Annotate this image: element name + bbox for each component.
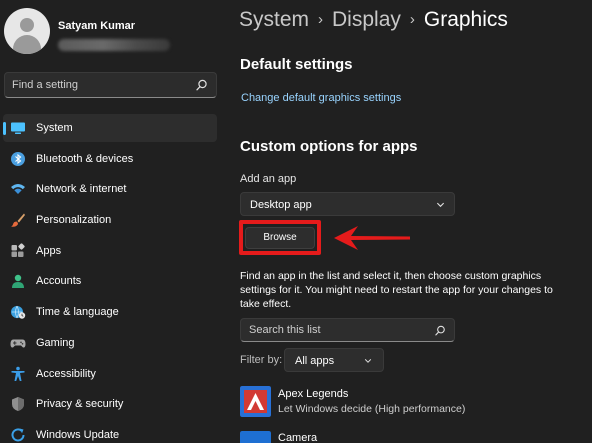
app-graphics-preference: Let Windows decide (High performance) — [278, 403, 466, 415]
settings-search-input[interactable]: Find a setting — [4, 72, 217, 98]
chevron-down-icon — [364, 359, 372, 363]
app-list-search-input[interactable]: Search this list — [240, 318, 455, 342]
main-content: System › Display › Graphics Default settings… — [224, 0, 592, 443]
filter-label: Filter by: — [240, 354, 283, 366]
sidebar-item-label: Personalization — [36, 214, 112, 227]
sidebar-item-label: Privacy & security — [36, 398, 124, 411]
sidebar-item-system[interactable]: System — [3, 114, 217, 142]
breadcrumb-display[interactable]: Display — [332, 8, 401, 31]
chevron-down-icon — [436, 202, 445, 208]
apex-legends-icon — [240, 386, 271, 417]
sidebar-item-time-language[interactable]: Time & language — [3, 298, 217, 326]
custom-options-heading: Custom options for apps — [240, 138, 418, 155]
user-profile[interactable]: Satyam Kumar — [4, 8, 220, 58]
sidebar-item-accessibility[interactable]: Accessibility — [3, 360, 217, 388]
custom-options-description: Find an app in the list and select it, t… — [240, 270, 553, 310]
sidebar-item-gaming[interactable]: Gaming — [3, 329, 217, 357]
filter-dropdown[interactable]: All apps — [284, 348, 384, 372]
avatar[interactable] — [4, 8, 50, 54]
gamepad-icon — [10, 339, 26, 348]
sidebar-item-label: Windows Update — [36, 428, 120, 441]
sidebar-item-privacy-security[interactable]: Privacy & security — [3, 390, 217, 418]
app-name: Apex Legends — [278, 388, 349, 400]
breadcrumb: System › Display › Graphics — [239, 8, 508, 32]
sidebar-item-label: Bluetooth & devices — [36, 152, 134, 165]
page-title: Graphics — [423, 8, 508, 31]
bluetooth-icon — [11, 151, 25, 166]
brush-icon — [11, 213, 25, 227]
sidebar-item-accounts[interactable]: Accounts — [3, 267, 217, 295]
account-icon — [12, 275, 24, 289]
add-app-label: Add an app — [240, 173, 297, 185]
sidebar-item-label: Network & internet — [36, 183, 127, 196]
accessibility-icon — [11, 366, 25, 381]
sidebar-item-label: Apps — [36, 244, 62, 257]
monitor-icon — [11, 122, 25, 134]
shield-icon — [12, 397, 24, 412]
breadcrumb-system[interactable]: System — [239, 8, 309, 31]
camera-icon — [240, 431, 271, 443]
sidebar-item-windows-update[interactable]: Windows Update — [3, 421, 217, 443]
user-name: Satyam Kumar — [58, 20, 136, 32]
sidebar-item-personalization[interactable]: Personalization — [3, 206, 217, 234]
list-item[interactable]: Apex Legends Let Windows decide (High pe… — [240, 386, 540, 420]
app-type-value: Desktop app — [250, 199, 312, 211]
sidebar-item-label: Accounts — [36, 275, 82, 288]
chevron-right-icon: › — [409, 11, 415, 28]
wifi-icon — [11, 184, 25, 195]
sidebar-item-label: Time & language — [36, 306, 119, 319]
filter-value: All apps — [295, 355, 335, 367]
search-placeholder: Search this list — [249, 324, 321, 336]
sidebar: Satyam Kumar Find a setting System Bluet… — [0, 0, 224, 443]
list-item[interactable]: Camera — [240, 431, 540, 443]
search-icon[interactable] — [435, 325, 446, 336]
browse-button[interactable]: Browse — [245, 227, 315, 249]
user-email-redacted — [58, 39, 170, 51]
sidebar-item-apps[interactable]: Apps — [3, 237, 217, 265]
sidebar-item-network-internet[interactable]: Network & internet — [3, 175, 217, 203]
globe-clock-icon — [11, 305, 26, 319]
app-type-dropdown[interactable]: Desktop app — [240, 192, 455, 216]
sidebar-item-label: System — [36, 122, 73, 134]
search-icon[interactable] — [196, 79, 208, 91]
sidebar-nav: System Bluetooth & devices Network & int… — [3, 114, 217, 443]
apps-icon — [11, 243, 25, 257]
annotation-arrow-icon — [334, 226, 410, 250]
default-settings-heading: Default settings — [240, 56, 353, 73]
chevron-right-icon: › — [318, 11, 324, 28]
sidebar-item-label: Gaming — [36, 336, 75, 349]
app-name: Camera — [278, 432, 318, 443]
search-placeholder: Find a setting — [12, 79, 79, 91]
sidebar-item-label: Accessibility — [36, 367, 96, 380]
update-icon — [11, 428, 25, 442]
change-default-graphics-link[interactable]: Change default graphics settings — [241, 92, 401, 104]
sidebar-item-bluetooth-devices[interactable]: Bluetooth & devices — [3, 145, 217, 173]
